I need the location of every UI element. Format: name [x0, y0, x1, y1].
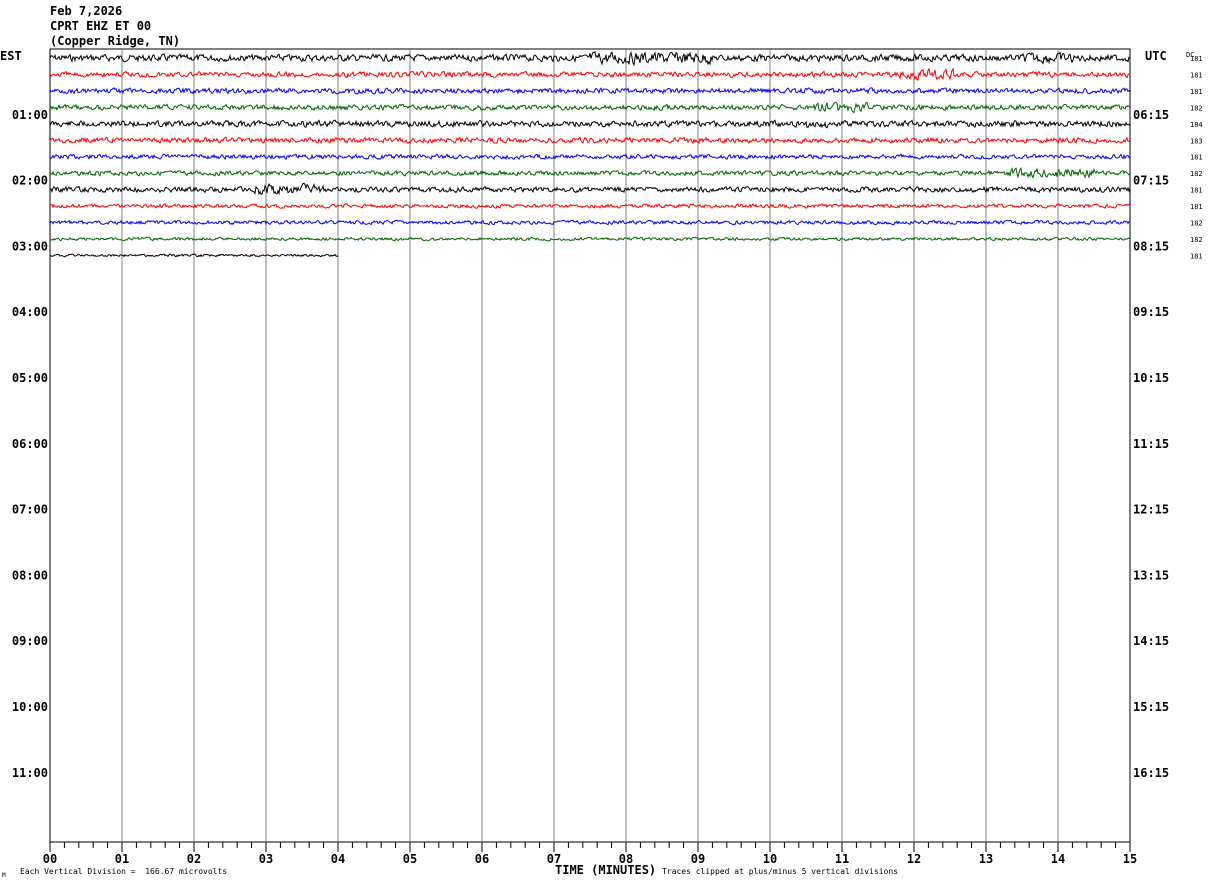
est-hour-label: 07:00	[12, 503, 48, 517]
seismic-trace	[49, 182, 1131, 196]
est-hour-label: 03:00	[12, 239, 48, 253]
x-tick-label: 06	[475, 852, 489, 866]
dc-offset-label: 181	[1190, 88, 1203, 96]
seismic-trace	[49, 119, 1131, 129]
clip-note: Traces clipped at plus/minus 5 vertical …	[662, 867, 899, 876]
dc-offset-label: 182	[1190, 220, 1203, 228]
x-tick-label: 13	[979, 852, 993, 866]
est-hour-label: 04:00	[12, 305, 48, 319]
utc-hour-label: 15:15	[1133, 700, 1169, 714]
x-tick-label: 12	[907, 852, 921, 866]
est-hour-label: 06:00	[12, 437, 48, 451]
grid-lines	[49, 48, 1131, 852]
est-hour-label: 11:00	[12, 766, 48, 780]
dc-offset-label: 183	[1190, 137, 1203, 145]
est-hour-label: 10:00	[12, 700, 48, 714]
corner-mark: M	[2, 872, 6, 879]
dc-offset-label: 182	[1190, 236, 1203, 244]
x-tick-label: 15	[1123, 852, 1137, 866]
plot-frame	[49, 48, 1131, 843]
dc-offset-label: 182	[1190, 104, 1203, 112]
seismic-trace	[49, 136, 1131, 145]
x-tick-label: 11	[835, 852, 849, 866]
x-tick-label: 04	[331, 852, 345, 866]
seismic-trace	[49, 101, 1131, 114]
trace-group	[49, 50, 1131, 258]
utc-hour-label: 13:15	[1133, 568, 1169, 582]
x-tick-label: 03	[259, 852, 273, 866]
dc-offset-label: 181	[1190, 203, 1203, 211]
seismic-trace	[49, 236, 1131, 242]
dc-offset-label: 181	[1190, 252, 1203, 260]
utc-hour-label: 08:15	[1133, 239, 1169, 253]
utc-hour-label: 06:15	[1133, 108, 1169, 122]
x-tick-label: 05	[403, 852, 417, 866]
utc-hour-label: 14:15	[1133, 634, 1169, 648]
seismic-trace	[49, 50, 1131, 67]
utc-hour-label: 07:15	[1133, 174, 1169, 188]
utc-hour-label: 10:15	[1133, 371, 1169, 385]
utc-hour-label: 16:15	[1133, 766, 1169, 780]
x-tick-label: 14	[1051, 852, 1065, 866]
est-hour-label: 05:00	[12, 371, 48, 385]
dc-offset-label: 181	[1190, 71, 1203, 79]
x-tick-label: 00	[43, 852, 57, 866]
est-hour-label: 08:00	[12, 568, 48, 582]
dc-offset-label: 181	[1190, 55, 1203, 63]
utc-hour-label: 12:15	[1133, 503, 1169, 517]
dc-offset-label: 184	[1190, 121, 1203, 129]
est-hour-label: 02:00	[12, 174, 48, 188]
x-tick-label: 09	[691, 852, 705, 866]
dc-offset-label: 181	[1190, 187, 1203, 195]
seismic-trace	[49, 219, 1131, 226]
seismogram-chart: 00 01 02 03 04 05 06 07 08 09 10 11 12 13 14 1501:0002:…	[12, 48, 1203, 866]
seismic-trace	[49, 67, 1131, 81]
seismic-trace	[49, 166, 1131, 179]
seismic-trace	[49, 87, 1131, 95]
utc-hour-label: 09:15	[1133, 305, 1169, 319]
dc-offset-label: 181	[1190, 154, 1203, 162]
seismic-trace	[49, 153, 1131, 161]
est-hour-label: 01:00	[12, 108, 48, 122]
x-tick-label: 02	[187, 852, 201, 866]
scale-note: Each Vertical Division = 166.67 microvol…	[20, 867, 228, 876]
x-tick-label: 01	[115, 852, 129, 866]
seismic-trace	[49, 203, 1131, 209]
x-tick-label: 10	[763, 852, 777, 866]
dc-offset-label: 182	[1190, 170, 1203, 178]
x-axis-title: TIME (MINUTES)	[555, 863, 657, 877]
utc-hour-label: 11:15	[1133, 437, 1169, 451]
est-hour-label: 09:00	[12, 634, 48, 648]
